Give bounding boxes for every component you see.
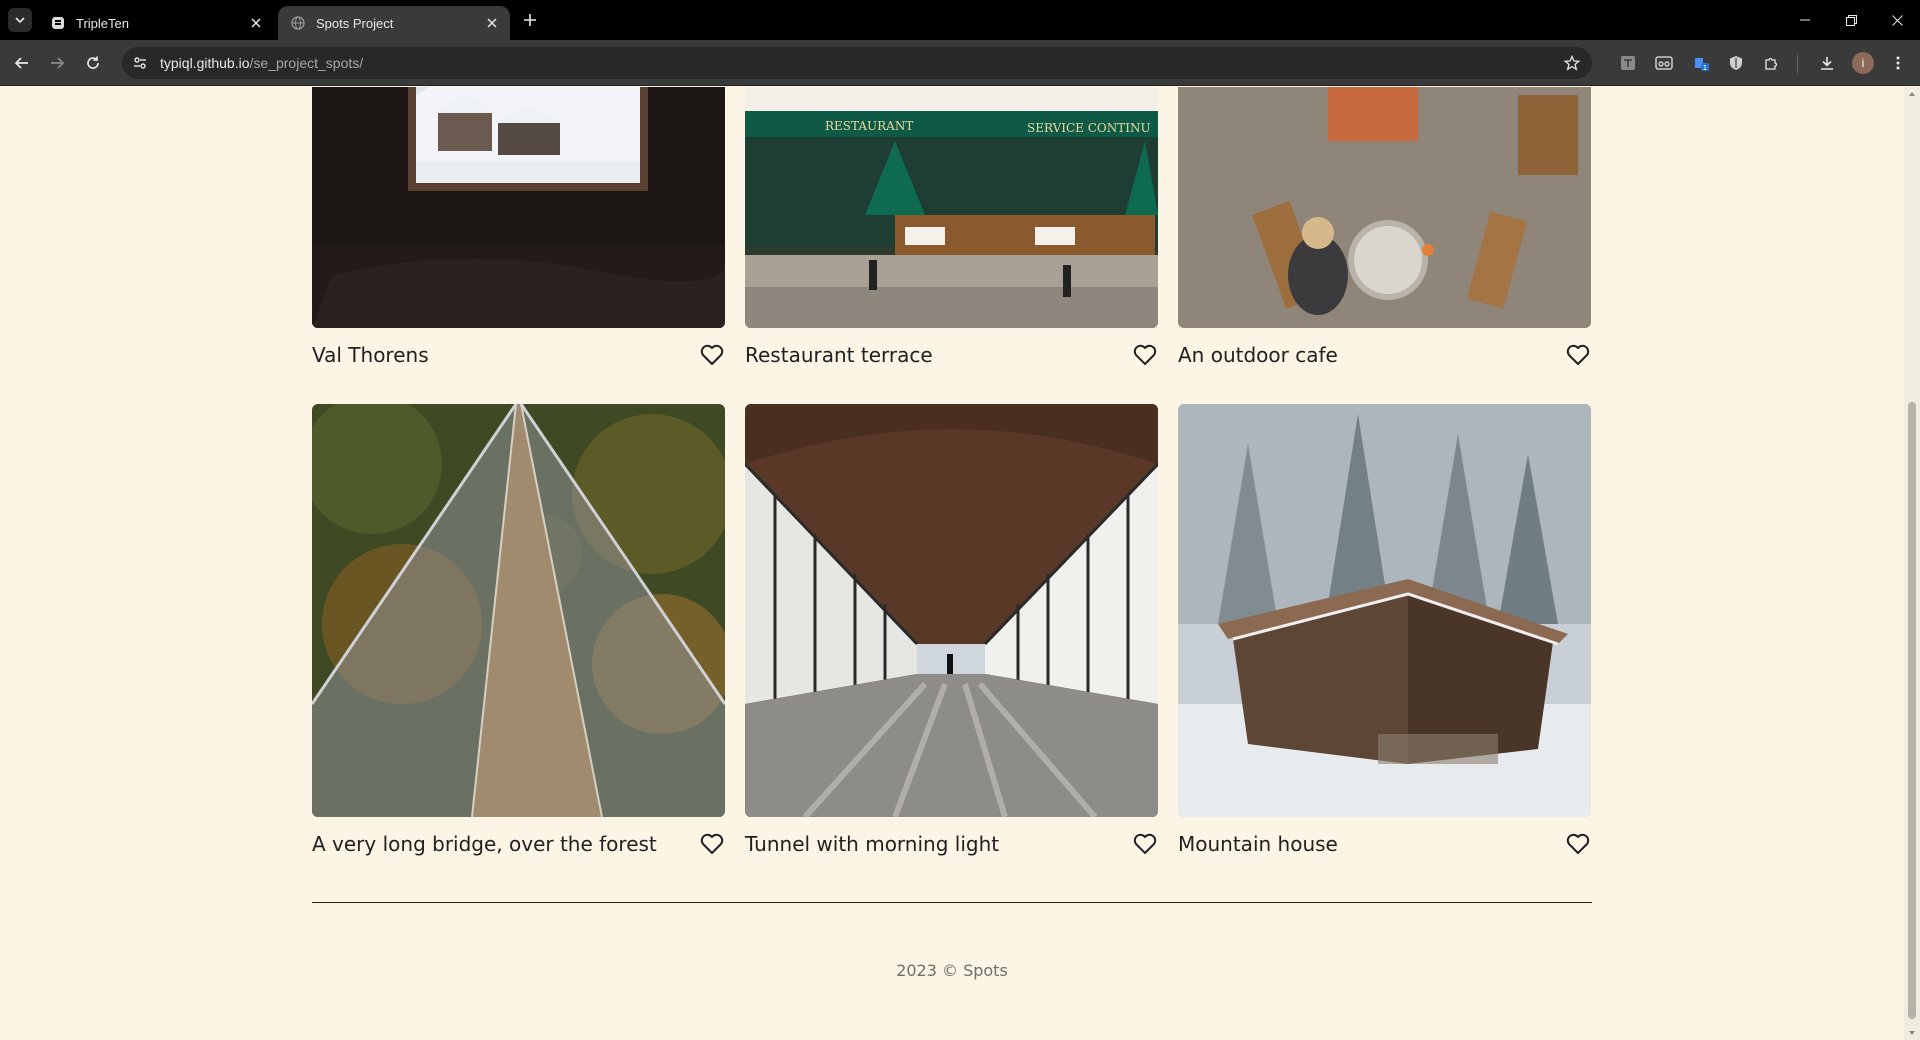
heart-icon	[700, 344, 724, 365]
scrollbar-thumb[interactable]	[1908, 402, 1916, 1019]
card-title: Mountain house	[1178, 832, 1338, 856]
like-button[interactable]	[1132, 832, 1158, 856]
back-button[interactable]	[10, 51, 34, 75]
extension-translate-icon[interactable]	[1616, 51, 1640, 75]
close-tab-icon[interactable]	[484, 15, 500, 31]
url-host: typiql.github.io	[160, 55, 250, 71]
svg-text:1: 1	[1703, 64, 1707, 72]
card-caption: Restaurant terrace	[745, 343, 1158, 367]
card-title: Val Thorens	[312, 343, 429, 367]
restaurant-sign-left: RESTAURANT	[825, 119, 913, 133]
card-caption: A very long bridge, over the forest	[312, 832, 725, 856]
url-path: /se_project_spots/	[249, 55, 364, 71]
minimize-icon	[1800, 19, 1810, 21]
profile-avatar[interactable]: i	[1852, 52, 1874, 74]
scroll-down-icon[interactable]	[1908, 1029, 1916, 1037]
tab-title: Spots Project	[316, 15, 394, 31]
card-caption: Mountain house	[1178, 832, 1591, 856]
heart-icon	[1566, 344, 1590, 365]
card-caption: Tunnel with morning light	[745, 832, 1158, 856]
restore-button[interactable]	[1828, 0, 1874, 40]
tripleten-favicon-icon	[50, 15, 66, 31]
download-icon[interactable]	[1815, 51, 1839, 75]
bookmark-star-icon[interactable]	[1562, 53, 1582, 73]
page-scrollbar[interactable]	[1904, 87, 1920, 1040]
site-info-icon[interactable]	[126, 49, 154, 77]
new-tab-button[interactable]	[518, 8, 542, 32]
tab-tripleten[interactable]: TripleTen	[38, 6, 274, 40]
footer-copyright: 2023 © Spots	[896, 961, 1008, 980]
arrow-left-icon	[14, 57, 28, 69]
heart-icon	[700, 833, 724, 854]
card-title: An outdoor cafe	[1178, 343, 1338, 367]
heart-icon	[1566, 833, 1590, 854]
tab-spots-project[interactable]: Spots Project	[278, 6, 510, 40]
browser-toolbar: typiql.github.io/se_project_spots/ 1 i	[0, 40, 1920, 86]
extension-glasses-icon[interactable]	[1652, 51, 1676, 75]
browser-tab-bar: TripleTen Spots Project	[0, 0, 1920, 40]
forward-button[interactable]	[45, 51, 69, 75]
close-tab-icon[interactable]	[248, 15, 264, 31]
like-button[interactable]	[699, 832, 725, 856]
card-caption: Val Thorens	[312, 343, 725, 367]
card-title: A very long bridge, over the forest	[312, 832, 657, 856]
tab-title: TripleTen	[76, 15, 129, 31]
restore-icon	[1845, 14, 1857, 26]
card: Mountain house	[1178, 404, 1591, 856]
shield-icon[interactable]	[1724, 51, 1748, 75]
reload-button[interactable]	[81, 51, 105, 75]
scroll-up-icon[interactable]	[1908, 90, 1916, 98]
url-text: typiql.github.io/se_project_spots/	[160, 55, 363, 71]
puzzle-icon[interactable]	[1760, 51, 1784, 75]
card-image-mountain-house[interactable]	[1178, 404, 1591, 817]
plus-icon	[524, 14, 536, 26]
arrow-right-icon	[51, 57, 65, 69]
card: Val Thorens	[312, 87, 725, 367]
card-image-long-bridge[interactable]	[312, 404, 725, 817]
extension-blue-icon[interactable]: 1	[1689, 51, 1713, 75]
close-icon	[1891, 14, 1903, 26]
card-title: Tunnel with morning light	[745, 832, 1000, 856]
kebab-menu-icon[interactable]	[1886, 51, 1910, 75]
minimize-button[interactable]	[1782, 0, 1828, 40]
heart-icon	[1133, 344, 1157, 365]
address-bar[interactable]: typiql.github.io/se_project_spots/	[122, 47, 1592, 79]
chevron-down-icon	[15, 17, 25, 24]
card: RESTAURANT SERVICE CONTINU Restaurant te…	[745, 87, 1158, 367]
card: Tunnel with morning light	[745, 404, 1158, 856]
card-caption: An outdoor cafe	[1178, 343, 1591, 367]
card-image-tunnel[interactable]	[745, 404, 1158, 817]
card-image-outdoor-cafe[interactable]	[1178, 87, 1591, 328]
tab-search-button[interactable]	[8, 8, 32, 32]
toolbar-divider	[1797, 55, 1798, 73]
heart-icon	[1133, 833, 1157, 854]
page-viewport: Val Thorens RESTAURANT SERVICE CONTINU R…	[0, 87, 1904, 1040]
card-image-restaurant-terrace[interactable]: RESTAURANT SERVICE CONTINU	[745, 87, 1158, 328]
globe-icon	[290, 15, 306, 31]
footer-divider	[312, 902, 1592, 903]
like-button[interactable]	[1565, 832, 1591, 856]
reload-icon	[87, 56, 99, 69]
like-button[interactable]	[1132, 343, 1158, 367]
like-button[interactable]	[699, 343, 725, 367]
card: An outdoor cafe	[1178, 87, 1591, 367]
card: A very long bridge, over the forest	[312, 404, 725, 856]
like-button[interactable]	[1565, 343, 1591, 367]
close-window-button[interactable]	[1874, 0, 1920, 40]
card-title: Restaurant terrace	[745, 343, 933, 367]
card-image-val-thorens[interactable]	[312, 87, 725, 328]
restaurant-sign-right: SERVICE CONTINU	[1027, 121, 1151, 135]
